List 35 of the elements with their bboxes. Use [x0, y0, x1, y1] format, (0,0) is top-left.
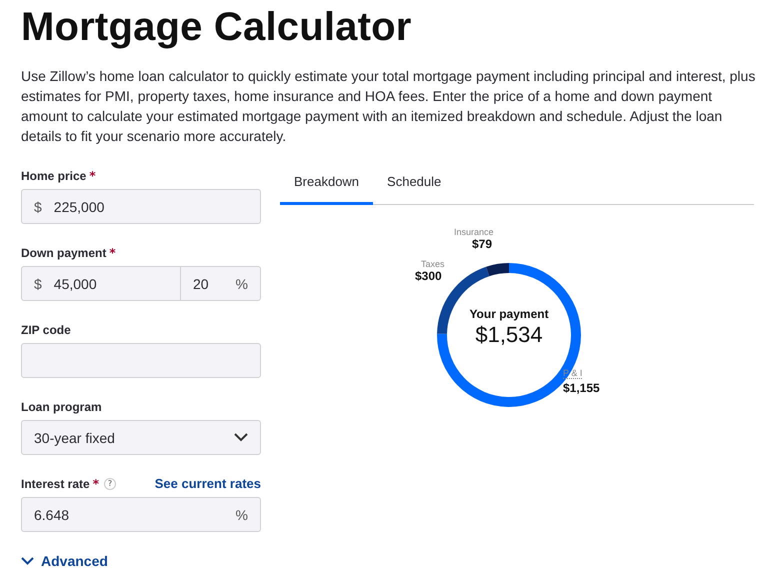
- advanced-toggle[interactable]: Advanced: [21, 553, 108, 569]
- currency-symbol: $: [34, 198, 42, 214]
- percent-sign: %: [236, 276, 248, 292]
- payment-amount: $1,534: [474, 322, 544, 348]
- input-field[interactable]: 20 %: [181, 266, 261, 301]
- required-mark: *: [109, 246, 116, 260]
- percent-sign: %: [236, 506, 248, 522]
- tab[interactable]: Breakdown: [280, 162, 374, 205]
- legend-label: Insurance: [454, 227, 494, 237]
- page-title: Mortgage Calculator: [21, 4, 413, 50]
- payment-label: Your payment: [468, 307, 550, 321]
- chevron-down-icon: [21, 557, 34, 565]
- currency-symbol: $: [34, 276, 42, 292]
- field-label: Interest rate: [21, 476, 90, 490]
- legend-label: P & I: [563, 368, 582, 379]
- intro-paragraph: Use Zillow’s home loan calculator to quickly estimate your total mortgage payment including principal and interest, plus estimates for PMI, property taxes, home insurance and HOA fees. Enter the price of a home and down payment amount to calculate your estimated mortgage payment with an itemized breakdown and schedule. Adjust the loan details to fit your scenario more accurately.: [21, 67, 756, 146]
- chevron-down-icon: [234, 433, 248, 442]
- legend-value: $300: [415, 269, 443, 283]
- input-field[interactable]: [21, 343, 261, 378]
- input-field[interactable]: $ 225,000: [21, 189, 261, 224]
- field-label: Loan program: [21, 400, 102, 414]
- field-label: Down payment: [21, 246, 106, 260]
- dropdown[interactable]: 30-year fixed: [21, 420, 261, 455]
- required-mark: *: [92, 476, 99, 490]
- rates-link[interactable]: See current rates: [154, 476, 261, 491]
- tab[interactable]: Schedule: [373, 162, 456, 205]
- legend-value: $79: [472, 237, 494, 251]
- field-label: ZIP code: [21, 322, 71, 336]
- input-field[interactable]: 6.648 %: [21, 497, 261, 532]
- required-mark: *: [89, 168, 96, 182]
- legend-value: $1,155: [563, 381, 600, 395]
- legend-label: Taxes: [421, 259, 445, 269]
- help-icon[interactable]: ?: [104, 478, 116, 490]
- field-label: Home price: [21, 168, 86, 182]
- input-field[interactable]: $ 45,000: [21, 266, 181, 301]
